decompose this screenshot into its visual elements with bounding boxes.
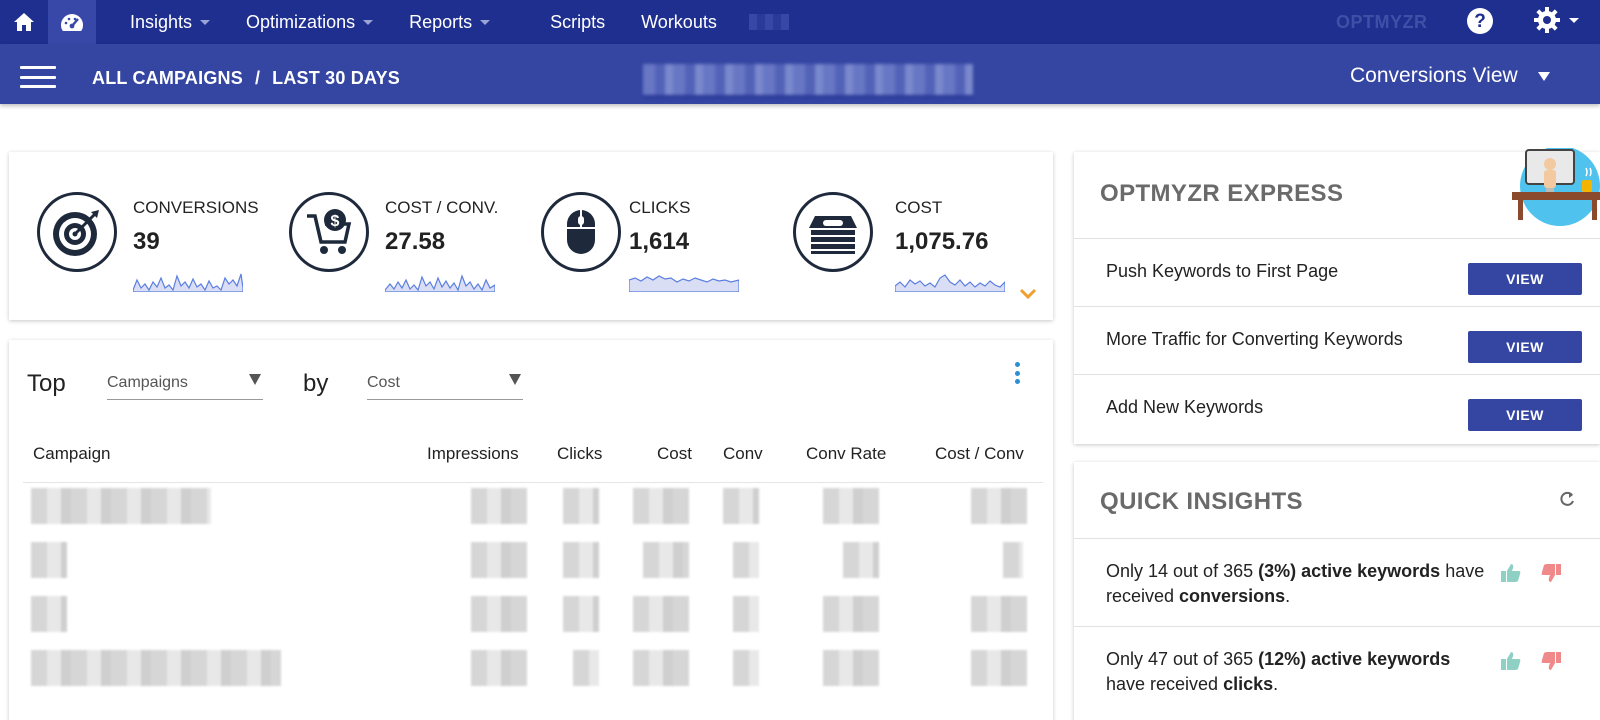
account-selector[interactable] (643, 64, 973, 98)
dimension-select[interactable]: Campaigns (107, 370, 263, 400)
svg-text:$: $ (331, 213, 340, 230)
sparkline-chart (133, 273, 243, 292)
svg-text:?: ? (1474, 11, 1486, 32)
column-header-cost-per-conv[interactable]: Cost / Conv (935, 444, 1024, 464)
chevron-down-icon (480, 19, 491, 25)
desk-illustration-icon (1512, 148, 1600, 226)
express-title: OPTMYZR EXPRESS (1100, 180, 1344, 207)
table-row[interactable] (23, 488, 1043, 542)
mouse-icon (541, 192, 621, 272)
metric-cost[interactable]: COST 1,075.76 (793, 192, 1043, 292)
home-button[interactable] (0, 0, 48, 44)
feedback-buttons (1500, 563, 1562, 583)
quick-insights-panel: QUICK INSIGHTS Only 14 out of 365 (3%) a… (1074, 462, 1600, 720)
thumbs-up-icon[interactable] (1500, 651, 1522, 671)
insights-title: QUICK INSIGHTS (1100, 488, 1303, 515)
caret-down-icon (1537, 71, 1550, 81)
view-button[interactable]: VIEW (1468, 263, 1582, 295)
sparkline-chart (895, 274, 1005, 292)
speedometer-icon (61, 14, 83, 31)
help-button[interactable]: ? (1466, 7, 1494, 40)
nav-workouts[interactable]: Workouts (623, 0, 735, 44)
home-icon (14, 13, 34, 31)
top-campaigns-card: Top Campaigns by Cost Campaign Impressio… (9, 340, 1053, 720)
thumbs-down-icon[interactable] (1540, 651, 1562, 671)
help-circle-icon: ? (1467, 8, 1493, 34)
sparkline-chart (385, 274, 495, 292)
kpi-summary-card: CONVERSIONS 39 $ COST / CONV. 27.58 CLIC… (9, 152, 1053, 320)
express-item: Add New Keywords VIEW (1074, 374, 1600, 442)
express-item: More Traffic for Converting Keywords VIE… (1074, 306, 1600, 374)
column-header-conv[interactable]: Conv (723, 444, 763, 464)
metric-select[interactable]: Cost (367, 370, 523, 400)
table-row[interactable] (23, 596, 1043, 650)
chevron-down-icon (363, 19, 374, 25)
view-button[interactable]: VIEW (1468, 399, 1582, 431)
column-header-campaign[interactable]: Campaign (33, 444, 111, 464)
column-header-conv-rate[interactable]: Conv Rate (806, 444, 886, 464)
nav-optimizations[interactable]: Optimizations (228, 0, 391, 44)
column-header-impressions[interactable]: Impressions (427, 444, 519, 464)
breadcrumb-campaigns[interactable]: ALL CAMPAIGNS (92, 68, 243, 89)
caret-down-icon (509, 374, 521, 385)
shopping-cart-dollar-icon: $ (289, 192, 369, 272)
redacted-nav-item[interactable] (748, 14, 789, 30)
insight-item: Only 47 out of 365 (12%) active keywords… (1074, 626, 1600, 714)
breadcrumb: ALL CAMPAIGNS / LAST 30 DAYS (92, 68, 400, 89)
table-row[interactable] (23, 542, 1043, 596)
brand-logo: OPTMYZR (1336, 12, 1428, 32)
express-item: Push Keywords to First Page VIEW (1074, 238, 1600, 306)
breadcrumb-date-range[interactable]: LAST 30 DAYS (272, 68, 400, 89)
metric-conversions[interactable]: CONVERSIONS 39 (37, 192, 287, 292)
view-button[interactable]: VIEW (1468, 331, 1582, 363)
money-stack-icon (793, 192, 873, 272)
expand-chevron-icon[interactable] (1019, 287, 1037, 305)
nav-scripts[interactable]: Scripts (532, 0, 623, 44)
table-divider (23, 482, 1043, 483)
table-row[interactable] (23, 650, 1043, 704)
refresh-icon[interactable] (1558, 490, 1576, 513)
top-label: Top (27, 370, 66, 397)
breadcrumb-separator: / (254, 68, 261, 88)
thumbs-down-icon[interactable] (1540, 563, 1562, 583)
chevron-down-icon (1569, 17, 1579, 23)
top-navigation-bar: Insights Optimizations Reports Scripts W… (0, 0, 1600, 44)
metric-clicks[interactable]: CLICKS 1,614 (541, 192, 791, 292)
sparkline-chart (629, 275, 739, 292)
dashboard-button[interactable] (48, 0, 96, 44)
thumbs-up-icon[interactable] (1500, 563, 1522, 583)
hamburger-menu-icon[interactable] (20, 66, 56, 88)
view-selector[interactable]: Conversions View (1350, 64, 1550, 88)
feedback-buttons (1500, 651, 1562, 671)
page-header: ALL CAMPAIGNS / LAST 30 DAYS Conversions… (0, 44, 1600, 104)
caret-down-icon (249, 374, 261, 385)
metric-cost-per-conversion[interactable]: $ COST / CONV. 27.58 (289, 192, 539, 292)
settings-button[interactable] (1533, 6, 1579, 34)
insight-item: Only 14 out of 365 (3%) active keywords … (1074, 538, 1600, 626)
chevron-down-icon (200, 19, 211, 25)
column-header-clicks[interactable]: Clicks (557, 444, 602, 464)
target-icon (37, 192, 117, 272)
by-label: by (303, 370, 329, 397)
gear-icon (1534, 7, 1560, 33)
nav-reports[interactable]: Reports (391, 0, 508, 44)
more-options-icon[interactable] (1015, 362, 1021, 384)
column-header-cost[interactable]: Cost (657, 444, 692, 464)
nav-insights[interactable]: Insights (112, 0, 228, 44)
